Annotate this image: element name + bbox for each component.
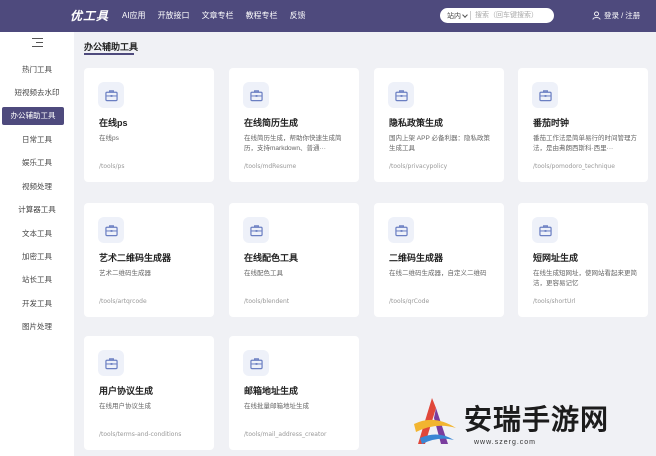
sidebar-item-webmaster-tools[interactable]: 站长工具 bbox=[0, 271, 74, 289]
toolbox-icon bbox=[532, 82, 558, 108]
tool-description: 在线二维码生成器，自定义二维码 bbox=[389, 270, 487, 277]
tool-title: 短网址生成 bbox=[533, 253, 579, 263]
tool-description: 在线简历生成，帮助你快速生成简历，支持markdown、普通··· bbox=[244, 135, 342, 152]
toolbox-icon bbox=[388, 217, 414, 243]
nav-tutorials[interactable]: 教程专栏 bbox=[246, 10, 278, 21]
tool-description: 在线生成短网址，使网站看起来更简洁，更容易记忆 bbox=[533, 270, 637, 287]
tool-title: 在线ps bbox=[99, 118, 128, 128]
tool-path: /tools/privacypolicy bbox=[389, 163, 448, 170]
tool-title: 二维码生成器 bbox=[389, 253, 444, 263]
tool-path: /tools/qrCode bbox=[389, 298, 430, 305]
tool-path: /tools/shortUrl bbox=[533, 298, 576, 305]
nav-ai-apps[interactable]: AI应用 bbox=[122, 10, 146, 21]
toolbox-icon bbox=[388, 82, 414, 108]
section-title: 办公辅助工具 bbox=[84, 42, 139, 52]
tool-description: 在线配色工具 bbox=[244, 270, 283, 277]
watermark-url: www.szerg.com bbox=[474, 439, 537, 446]
tool-card[interactable]: 邮箱地址生成 在线批量邮箱地址生成 /tools/mail_address_cr… bbox=[229, 336, 359, 450]
top-bar: 优工具 AI应用 开放接口 文章专栏 教程专栏 反馈 站内 登录 / 注册 bbox=[0, 0, 656, 32]
tool-description: 番茄工作法是简单易行的时间管理方法，是由弗朗西斯科·西里··· bbox=[533, 135, 637, 152]
toolbox-icon bbox=[243, 82, 269, 108]
login-link[interactable]: 登录 / 注册 bbox=[592, 10, 640, 21]
tool-card[interactable]: 艺术二维码生成器 艺术二维码生成器 /tools/artqrcode bbox=[84, 203, 214, 317]
tool-description: 在线ps bbox=[99, 135, 119, 142]
tool-description: 艺术二维码生成器 bbox=[99, 270, 151, 277]
toolbox-icon bbox=[98, 217, 124, 243]
tool-title: 邮箱地址生成 bbox=[244, 386, 299, 396]
toolbox-icon bbox=[532, 217, 558, 243]
nav-feedback[interactable]: 反馈 bbox=[290, 10, 306, 21]
site-watermark: 安瑞手游网 www.szerg.com bbox=[408, 392, 656, 456]
tool-card[interactable]: 番茄时钟 番茄工作法是简单易行的时间管理方法，是由弗朗西斯科·西里··· /to… bbox=[518, 68, 648, 182]
watermark-logo-icon bbox=[414, 398, 456, 444]
tool-card[interactable]: 短网址生成 在线生成短网址，使网站看起来更简洁，更容易记忆 /tools/sho… bbox=[518, 203, 648, 317]
tool-card[interactable]: 隐私政策生成 国内上架 APP 必备利器：隐私政策生成工具 /tools/pri… bbox=[374, 68, 504, 182]
tool-title: 用户协议生成 bbox=[99, 386, 154, 396]
tool-path: /tools/ps bbox=[99, 163, 125, 170]
toolbox-icon bbox=[98, 350, 124, 376]
tool-path: /tools/mail_address_creator bbox=[244, 431, 327, 438]
sidebar-item-image-processing[interactable]: 图片处理 bbox=[0, 318, 74, 336]
tool-description: 在线批量邮箱地址生成 bbox=[244, 403, 309, 410]
tool-title: 在线配色工具 bbox=[244, 253, 299, 263]
sidebar-item-hot-tools[interactable]: 热门工具 bbox=[0, 61, 74, 79]
sidebar-item-daily-tools[interactable]: 日常工具 bbox=[0, 131, 74, 149]
search-scope-select[interactable]: 站内 bbox=[440, 11, 470, 21]
tool-title: 在线简历生成 bbox=[244, 118, 299, 128]
tool-card[interactable]: 在线ps 在线ps /tools/ps bbox=[84, 68, 214, 182]
sidebar-item-video-watermark[interactable]: 短视频去水印 bbox=[0, 84, 74, 102]
search-box: 站内 bbox=[440, 8, 554, 23]
sidebar-item-dev-tools[interactable]: 开发工具 bbox=[0, 295, 74, 313]
tool-card[interactable]: 在线配色工具 在线配色工具 /tools/blendent bbox=[229, 203, 359, 317]
toolbox-icon bbox=[243, 217, 269, 243]
tool-card[interactable]: 二维码生成器 在线二维码生成器，自定义二维码 /tools/qrCode bbox=[374, 203, 504, 317]
tool-card[interactable]: 在线简历生成 在线简历生成，帮助你快速生成简历，支持markdown、普通···… bbox=[229, 68, 359, 182]
sidebar-item-office-tools[interactable]: 办公辅助工具 bbox=[2, 107, 64, 125]
tool-card[interactable]: 用户协议生成 在线用户协议生成 /tools/terms-and-conditi… bbox=[84, 336, 214, 450]
tool-path: /tools/artqrcode bbox=[99, 298, 147, 305]
tool-description: 在线用户协议生成 bbox=[99, 403, 151, 410]
tool-path: /tools/pomodoro_technique bbox=[533, 163, 615, 170]
sidebar-item-fun-tools[interactable]: 娱乐工具 bbox=[0, 154, 74, 172]
sidebar: 热门工具 短视频去水印 办公辅助工具 日常工具 娱乐工具 视频处理 计算器工具 … bbox=[0, 32, 74, 456]
nav-open-api[interactable]: 开放接口 bbox=[158, 10, 190, 21]
login-label: 登录 / 注册 bbox=[604, 11, 641, 20]
sidebar-item-encryption-tools[interactable]: 加密工具 bbox=[0, 248, 74, 266]
menu-collapse-icon[interactable] bbox=[32, 38, 43, 47]
tool-title: 艺术二维码生成器 bbox=[99, 253, 172, 263]
toolbox-icon bbox=[243, 350, 269, 376]
tool-path: /tools/mdResume bbox=[244, 163, 297, 170]
chevron-down-icon bbox=[462, 11, 468, 18]
main-nav: AI应用 开放接口 文章专栏 教程专栏 反馈 bbox=[122, 10, 306, 21]
section-underline bbox=[84, 53, 134, 55]
tool-title: 番茄时钟 bbox=[533, 118, 570, 128]
tool-path: /tools/terms-and-conditions bbox=[99, 431, 182, 438]
site-logo[interactable]: 优工具 bbox=[70, 7, 109, 24]
toolbox-icon bbox=[98, 82, 124, 108]
sidebar-item-text-tools[interactable]: 文本工具 bbox=[0, 225, 74, 243]
watermark-text: 安瑞手游网 bbox=[464, 403, 610, 436]
tool-path: /tools/blendent bbox=[244, 298, 290, 305]
search-scope-label: 站内 bbox=[447, 12, 461, 20]
tool-title: 隐私政策生成 bbox=[389, 118, 444, 128]
sidebar-item-calculators[interactable]: 计算器工具 bbox=[0, 201, 74, 219]
sidebar-item-video-processing[interactable]: 视频处理 bbox=[0, 178, 74, 196]
search-input[interactable] bbox=[471, 9, 551, 22]
user-icon bbox=[592, 11, 601, 20]
tool-description: 国内上架 APP 必备利器：隐私政策生成工具 bbox=[389, 135, 491, 152]
nav-articles[interactable]: 文章专栏 bbox=[202, 10, 234, 21]
